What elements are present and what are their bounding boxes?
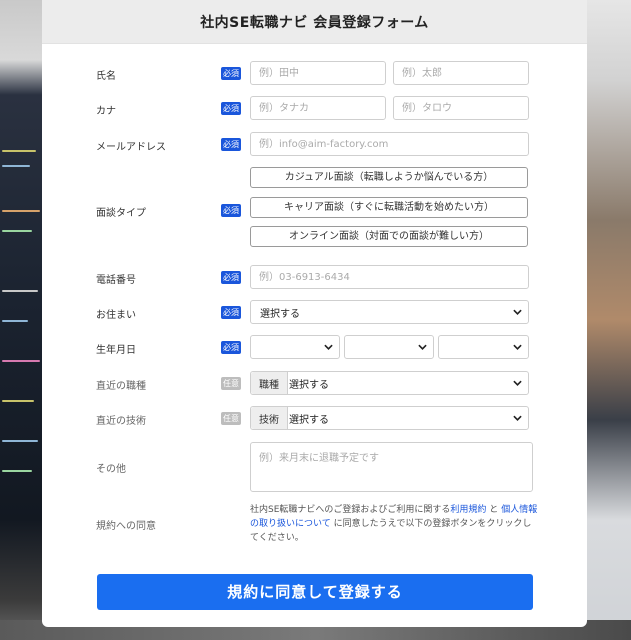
agreement-text-before: 社内SE転職ナビへのご登録およびご利用に関する xyxy=(250,505,451,515)
recent-skill-select[interactable]: 技術 選択する xyxy=(250,406,529,430)
birth-year-select[interactable] xyxy=(250,335,340,359)
first-name-input[interactable] xyxy=(393,61,529,85)
interview-type-row: 面談タイプ 必須 カジュアル面談（転職しようか悩んでいる方） キャリア面談（すぐ… xyxy=(42,167,587,249)
code-line xyxy=(2,290,38,292)
registration-form-card: 社内SE転職ナビ 会員登録フォーム 氏名 必須 カナ 必須 メールアドレス 必須… xyxy=(42,0,587,627)
chevron-down-icon xyxy=(513,380,522,386)
required-badge: 必須 xyxy=(221,271,241,284)
code-line xyxy=(2,470,32,472)
code-line xyxy=(2,150,36,152)
job-prefix-label: 職種 xyxy=(251,372,288,394)
chevron-down-icon xyxy=(418,344,427,350)
phone-row: 電話番号 必須 xyxy=(42,265,587,289)
code-line xyxy=(2,440,38,442)
name-row: 氏名 必須 xyxy=(42,61,587,85)
birth-day-select[interactable] xyxy=(438,335,529,359)
form-title: 社内SE転職ナビ 会員登録フォーム xyxy=(200,14,429,31)
chevron-down-icon xyxy=(513,415,522,421)
email-label: メールアドレス xyxy=(96,142,166,153)
residence-select-value: 選択する xyxy=(260,308,300,320)
recent-job-row: 直近の職種 任意 職種 選択する xyxy=(42,371,587,395)
optional-badge: 任意 xyxy=(221,377,241,390)
kana-label: カナ xyxy=(96,106,116,117)
skill-prefix-label: 技術 xyxy=(251,407,288,429)
chevron-down-icon xyxy=(324,344,333,350)
code-line xyxy=(2,165,30,167)
code-line xyxy=(2,230,32,232)
interview-option-casual[interactable]: カジュアル面談（転職しようか悩んでいる方） xyxy=(250,167,528,188)
interview-type-label: 面談タイプ xyxy=(96,208,146,219)
other-row: その他 xyxy=(42,442,587,492)
required-badge: 必須 xyxy=(221,306,241,319)
required-badge: 必須 xyxy=(221,102,241,115)
code-line xyxy=(2,400,34,402)
agreement-text-and: と xyxy=(489,505,499,515)
required-badge: 必須 xyxy=(221,67,241,80)
phone-label: 電話番号 xyxy=(96,275,136,286)
birthdate-label: 生年月日 xyxy=(96,345,136,356)
other-label: その他 xyxy=(96,464,126,475)
name-label: 氏名 xyxy=(96,71,116,82)
terms-link[interactable]: 利用規約 xyxy=(450,505,486,515)
first-kana-input[interactable] xyxy=(393,96,529,120)
required-badge: 必須 xyxy=(221,204,241,217)
recent-skill-select-value: 選択する xyxy=(289,414,329,426)
required-badge: 必須 xyxy=(221,341,241,354)
birthdate-row: 生年月日 必須 xyxy=(42,335,587,359)
last-name-input[interactable] xyxy=(250,61,386,85)
email-input[interactable] xyxy=(250,132,529,156)
phone-input[interactable] xyxy=(250,265,529,289)
chevron-down-icon xyxy=(513,344,522,350)
interview-option-online[interactable]: オンライン面談（対面での面談が難しい方） xyxy=(250,226,528,247)
required-badge: 必須 xyxy=(221,138,241,151)
residence-row: お住まい 必須 選択する xyxy=(42,300,587,324)
submit-button[interactable]: 規約に同意して登録する xyxy=(97,574,533,610)
last-kana-input[interactable] xyxy=(250,96,386,120)
agreement-text: 社内SE転職ナビへのご登録およびご利用に関する利用規約 と 個人情報の取り扱いに… xyxy=(250,503,540,545)
recent-job-select[interactable]: 職種 選択する xyxy=(250,371,529,395)
recent-job-select-value: 選択する xyxy=(289,379,329,391)
chevron-down-icon xyxy=(513,309,522,315)
code-line xyxy=(2,360,40,362)
optional-badge: 任意 xyxy=(221,412,241,425)
code-line xyxy=(2,320,28,322)
recent-job-label: 直近の職種 xyxy=(96,381,146,392)
code-line xyxy=(2,210,40,212)
email-row: メールアドレス 必須 xyxy=(42,132,587,156)
recent-skill-row: 直近の技術 任意 技術 選択する xyxy=(42,406,587,430)
form-header: 社内SE転職ナビ 会員登録フォーム xyxy=(42,0,587,44)
recent-skill-label: 直近の技術 xyxy=(96,416,146,427)
other-textarea[interactable] xyxy=(250,442,533,492)
birth-month-select[interactable] xyxy=(344,335,434,359)
residence-label: お住まい xyxy=(96,310,136,321)
interview-option-career[interactable]: キャリア面談（すぐに転職活動を始めたい方） xyxy=(250,197,528,218)
kana-row: カナ 必須 xyxy=(42,96,587,120)
residence-select[interactable]: 選択する xyxy=(250,300,529,324)
agreement-label: 規約への同意 xyxy=(96,521,156,532)
